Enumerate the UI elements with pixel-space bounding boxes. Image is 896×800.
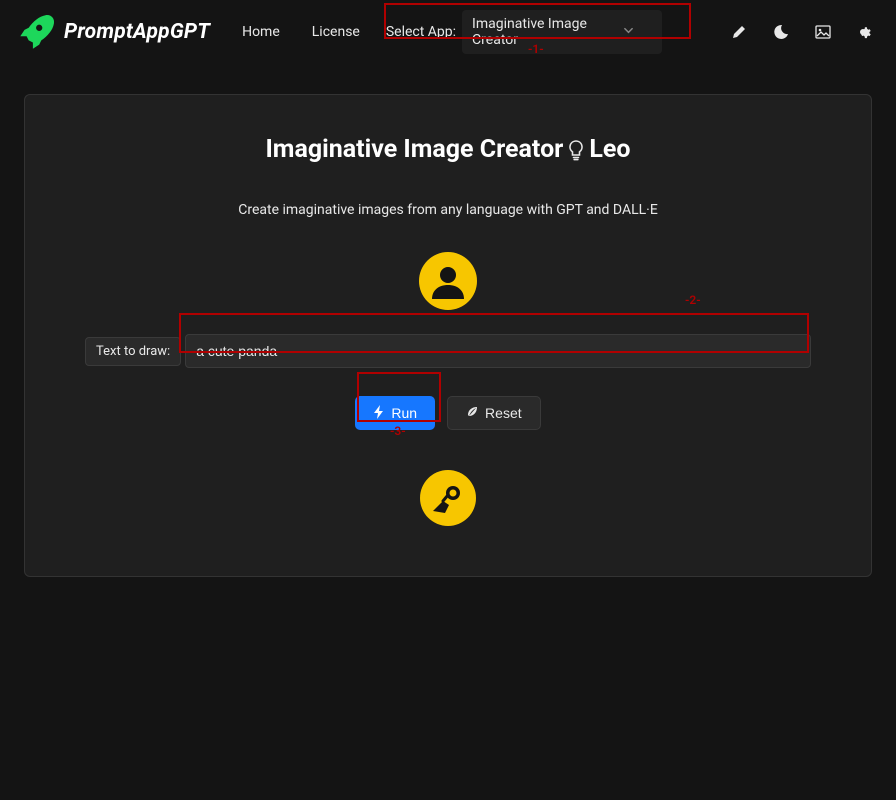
button-row: Run Reset [85,396,811,430]
prompt-input[interactable] [185,334,811,368]
app-select-label: Select App: [386,24,456,40]
image-icon[interactable] [814,23,832,41]
app-select-wrap: Select App: Imaginative Image Creator [386,10,662,54]
chevron-down-icon [623,25,634,39]
prompt-input-row: Text to draw: [85,334,811,368]
top-navbar: PromptAppGPT Home License Select App: Im… [0,0,896,64]
nav-link-home[interactable]: Home [230,18,292,46]
gear-icon[interactable] [856,23,874,41]
lightbulb-icon [567,139,585,161]
reset-button[interactable]: Reset [447,396,541,430]
pencil-icon[interactable] [730,23,748,41]
status-badge-icon [420,470,476,526]
nav-link-license[interactable]: License [300,18,372,46]
reset-button-label: Reset [485,405,522,421]
brand-title: PromptAppGPT [64,20,210,44]
moon-icon[interactable] [772,23,790,41]
brand-wrap: PromptAppGPT [14,11,210,53]
leaf-icon [466,405,479,421]
user-avatar-icon [419,252,477,310]
app-title: Imaginative Image Creator Leo [266,135,631,164]
run-button[interactable]: Run [355,396,435,430]
app-card: Imaginative Image Creator Leo Create ima… [24,94,872,577]
app-description: Create imaginative images from any langu… [85,202,811,218]
bolt-icon [373,405,385,422]
app-title-author: Leo [589,135,630,164]
app-title-prefix: Imaginative Image Creator [266,135,564,164]
rocket-logo-icon [14,11,56,53]
app-select-value: Imaginative Image Creator [472,16,623,48]
run-button-label: Run [391,405,417,421]
prompt-input-label: Text to draw: [85,337,181,366]
app-select[interactable]: Imaginative Image Creator [462,10,662,54]
